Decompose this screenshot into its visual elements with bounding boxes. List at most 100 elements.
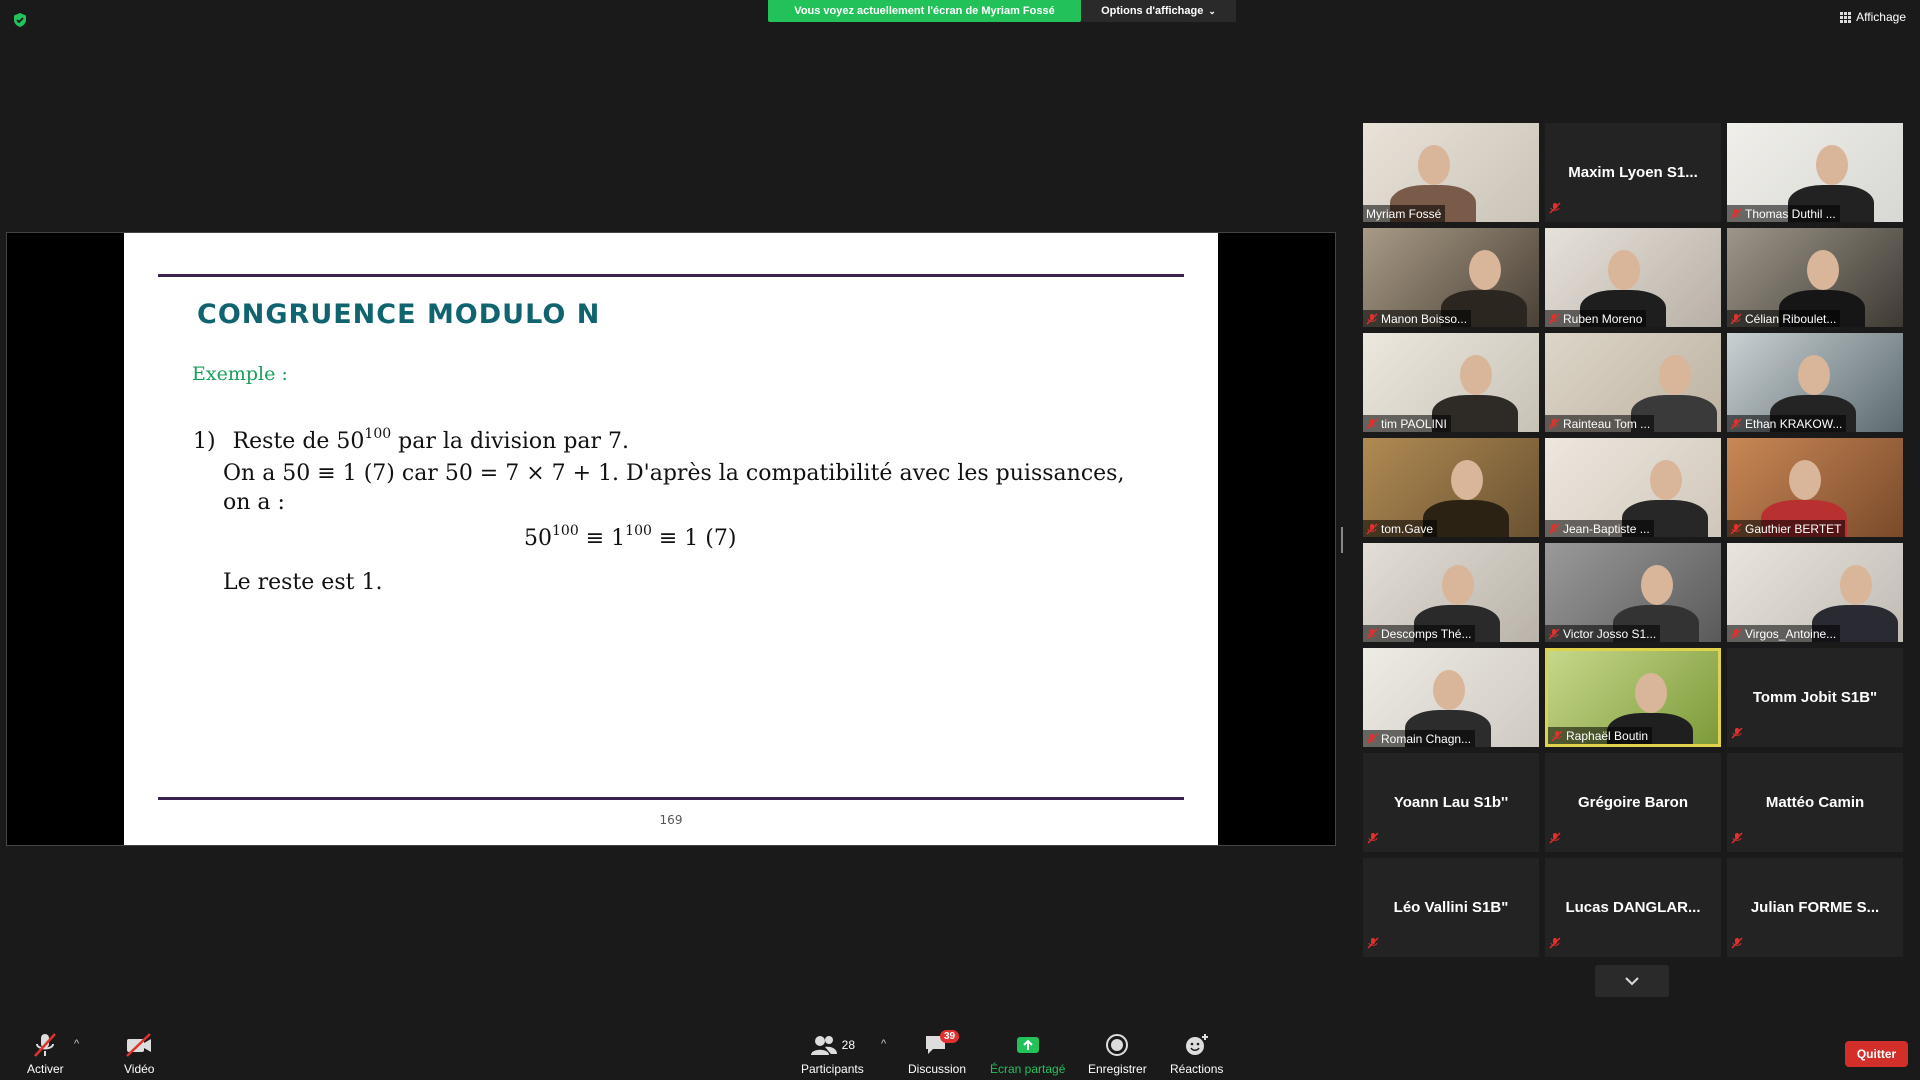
participant-tile[interactable]: Maxim Lyoen S1... bbox=[1545, 123, 1721, 222]
participant-tile[interactable]: Grégoire Baron bbox=[1545, 753, 1721, 852]
reactions-button[interactable]: Réactions bbox=[1170, 1030, 1223, 1076]
participant-tile[interactable]: Ethan KRAKOW... bbox=[1727, 333, 1903, 432]
zoom-window: Vous voyez actuellement l'écran de Myria… bbox=[0, 0, 1920, 1080]
participant-name-label: Ethan KRAKOW... bbox=[1727, 415, 1847, 432]
item-number: 1) bbox=[193, 429, 216, 454]
participant-name-label: Gauthier BERTET bbox=[1727, 520, 1846, 537]
view-button[interactable]: Affichage bbox=[1840, 10, 1906, 24]
person-head bbox=[1433, 670, 1465, 710]
encryption-shield-icon[interactable] bbox=[12, 12, 28, 28]
person-head bbox=[1442, 565, 1474, 605]
view-options-button[interactable]: Options d'affichage ⌄ bbox=[1081, 0, 1236, 22]
participant-name-label: Romain Chagn... bbox=[1363, 730, 1476, 747]
mic-muted-icon bbox=[1548, 628, 1560, 639]
mic-muted-icon bbox=[1730, 313, 1742, 324]
participant-tile[interactable]: Gauthier BERTET bbox=[1727, 438, 1903, 537]
participant-name: Tomm Jobit S1B" bbox=[1752, 689, 1878, 706]
person-head bbox=[1840, 565, 1872, 605]
mic-muted-icon bbox=[1551, 730, 1563, 741]
participant-tile[interactable]: Célian Riboulet... bbox=[1727, 228, 1903, 327]
mic-muted-icon bbox=[1367, 832, 1379, 844]
equation-middle: ≡ 1 bbox=[578, 526, 626, 551]
participant-tile[interactable]: Victor Josso S1... bbox=[1545, 543, 1721, 642]
mute-indicator bbox=[1549, 936, 1561, 954]
share-screen-button[interactable]: Écran partagé bbox=[990, 1030, 1065, 1076]
participant-name: Yoann Lau S1b'' bbox=[1393, 794, 1509, 811]
presentation-slide: CONGRUENCE MODULO N Exemple : 1) Reste d… bbox=[124, 233, 1218, 845]
participants-count: 28 bbox=[841, 1038, 856, 1052]
participant-name-label: Myriam Fossé bbox=[1363, 205, 1446, 222]
person-head bbox=[1608, 250, 1640, 290]
mic-button-label: Activer bbox=[27, 1062, 64, 1076]
mic-button[interactable]: Activer bbox=[27, 1030, 64, 1076]
exercise-statement: 1) Reste de 50100 par la division par 7. bbox=[193, 426, 629, 454]
participants-button-label: Participants bbox=[801, 1062, 864, 1076]
share-screen-label: Écran partagé bbox=[990, 1062, 1066, 1076]
mic-muted-icon bbox=[34, 1033, 57, 1057]
statement-text-end: par la division par 7. bbox=[391, 429, 630, 454]
next-page-button[interactable] bbox=[1595, 965, 1669, 997]
chevron-down-icon: ⌄ bbox=[1208, 5, 1216, 16]
chat-unread-badge: 39 bbox=[940, 1030, 960, 1043]
participants-button[interactable]: 28 Participants bbox=[801, 1030, 864, 1076]
participant-name: Thomas Duthil ... bbox=[1745, 206, 1836, 221]
mute-indicator bbox=[1731, 726, 1743, 744]
person-head bbox=[1789, 460, 1821, 500]
mute-indicator bbox=[1549, 831, 1561, 849]
person-head bbox=[1650, 460, 1682, 500]
participant-tile[interactable]: Jean-Baptiste ... bbox=[1545, 438, 1721, 537]
leave-meeting-button[interactable]: Quitter bbox=[1845, 1041, 1908, 1067]
mic-muted-icon bbox=[1366, 313, 1378, 324]
person-head bbox=[1469, 250, 1501, 290]
person-head bbox=[1460, 355, 1492, 395]
participant-name-label: Jean-Baptiste ... bbox=[1545, 520, 1654, 537]
participant-tile[interactable]: Lucas DANGLAR... bbox=[1545, 858, 1721, 957]
participants-options-caret[interactable]: ^ bbox=[881, 1038, 886, 1050]
participant-tile[interactable]: Manon Boisso... bbox=[1363, 228, 1539, 327]
mic-muted-icon bbox=[1730, 208, 1742, 219]
participant-tile[interactable]: Julian FORME S... bbox=[1727, 858, 1903, 957]
participant-tile[interactable]: Tomm Jobit S1B" bbox=[1727, 648, 1903, 747]
mute-indicator bbox=[1731, 936, 1743, 954]
participant-tile[interactable]: Yoann Lau S1b'' bbox=[1363, 753, 1539, 852]
participant-name: Grégoire Baron bbox=[1577, 794, 1689, 811]
participant-name: Jean-Baptiste ... bbox=[1563, 521, 1650, 536]
participant-tile[interactable]: Descomps Thé... bbox=[1363, 543, 1539, 642]
mic-options-caret[interactable]: ^ bbox=[74, 1038, 79, 1050]
view-options-label: Options d'affichage bbox=[1101, 5, 1204, 17]
participant-tile[interactable]: Léo Vallini S1B" bbox=[1363, 858, 1539, 957]
mic-muted-icon bbox=[1548, 313, 1560, 324]
mic-muted-icon bbox=[1366, 418, 1378, 429]
mic-muted-icon bbox=[1549, 937, 1561, 949]
participant-name: Virgos_Antoine... bbox=[1745, 626, 1837, 641]
view-button-label: Affichage bbox=[1856, 10, 1906, 24]
participant-name: Romain Chagn... bbox=[1381, 731, 1472, 746]
participant-tile[interactable]: Ruben Moreno bbox=[1545, 228, 1721, 327]
participant-tile[interactable]: Mattéo Camin bbox=[1727, 753, 1903, 852]
participant-name: Ethan KRAKOW... bbox=[1745, 416, 1843, 431]
mic-muted-icon bbox=[1731, 727, 1743, 739]
participant-tile[interactable]: Myriam Fossé bbox=[1363, 123, 1539, 222]
participant-tile[interactable]: Virgos_Antoine... bbox=[1727, 543, 1903, 642]
record-button-label: Enregistrer bbox=[1088, 1062, 1147, 1076]
slide-bottom-rule bbox=[158, 797, 1184, 800]
statement-exponent: 100 bbox=[364, 426, 392, 442]
participant-name: Ruben Moreno bbox=[1563, 311, 1643, 326]
participant-name: Rainteau Tom ... bbox=[1563, 416, 1651, 431]
participant-tile[interactable]: Thomas Duthil ... bbox=[1727, 123, 1903, 222]
chat-button-label: Discussion bbox=[908, 1062, 967, 1076]
participant-tile[interactable]: Raphaël Boutin bbox=[1545, 648, 1721, 747]
reasoning-line: On a 50 ≡ 1 (7) car 50 = 7 × 7 + 1. D'ap… bbox=[223, 461, 1125, 486]
split-view-handle[interactable] bbox=[1341, 527, 1343, 553]
participant-tile[interactable]: tom.Gave bbox=[1363, 438, 1539, 537]
participant-name: Manon Boisso... bbox=[1381, 311, 1468, 326]
record-button[interactable]: Enregistrer bbox=[1088, 1030, 1147, 1076]
participant-tile[interactable]: tim PAOLINI bbox=[1363, 333, 1539, 432]
mic-muted-icon bbox=[1366, 628, 1378, 639]
equation-exponent-2: 100 bbox=[625, 523, 652, 539]
participant-tile[interactable]: Romain Chagn... bbox=[1363, 648, 1539, 747]
participant-tile[interactable]: Rainteau Tom ... bbox=[1545, 333, 1721, 432]
video-button[interactable]: Vidéo bbox=[124, 1030, 154, 1076]
shared-screen[interactable]: CONGRUENCE MODULO N Exemple : 1) Reste d… bbox=[6, 232, 1336, 846]
conclusion-line: Le reste est 1. bbox=[223, 570, 383, 595]
